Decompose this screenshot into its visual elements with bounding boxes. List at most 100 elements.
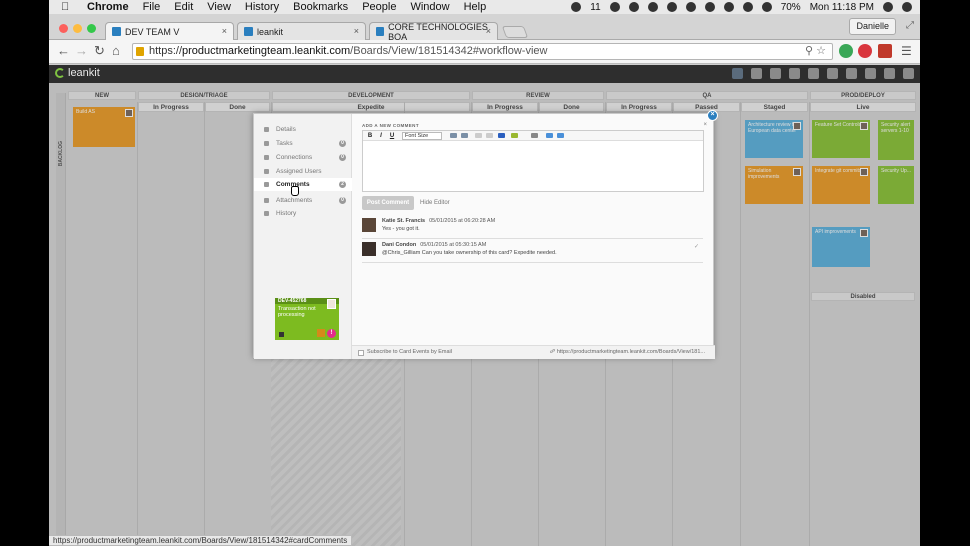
spotlight-icon[interactable]	[883, 2, 893, 12]
search-icon[interactable]	[827, 68, 838, 79]
menu-edit[interactable]: Edit	[174, 1, 193, 13]
pinterest-icon[interactable]	[858, 44, 872, 58]
gear-icon[interactable]	[865, 68, 876, 79]
numbered-list-icon[interactable]	[461, 133, 468, 138]
analytics-icon[interactable]	[846, 68, 857, 79]
extension-s-icon[interactable]	[878, 44, 892, 58]
card-url-text: https://productmarketingteam.leankit.com…	[556, 349, 705, 355]
text-color-icon[interactable]	[498, 133, 505, 138]
chrome-menu-icon[interactable]: ☰	[901, 44, 912, 58]
forward-icon[interactable]: →	[75, 44, 88, 58]
indent-icon[interactable]	[486, 133, 493, 138]
sidebar-item-history[interactable]: History	[254, 207, 352, 220]
comment-item: Katie St. Francis 05/01/2015 at 06:20:28 …	[362, 217, 703, 239]
bell-icon[interactable]	[647, 2, 658, 12]
close-tab-icon[interactable]: ×	[354, 26, 359, 36]
new-tab-button[interactable]	[501, 26, 529, 38]
users-icon[interactable]	[789, 68, 800, 79]
menu-people[interactable]: People	[362, 1, 396, 13]
bold-button[interactable]: B	[366, 132, 374, 140]
sidebar-item-comments[interactable]: Comments 2	[254, 178, 352, 191]
card-preview[interactable]: DEV-452768 Transaction not processing !	[275, 298, 339, 340]
underline-button[interactable]: U	[388, 132, 396, 140]
home-icon[interactable]: ⌂	[112, 44, 120, 58]
sidebar-item-label: History	[276, 210, 297, 217]
sidebar-item-connections[interactable]: Connections 0	[254, 151, 352, 164]
hand-cursor-icon	[291, 186, 299, 196]
link-icon[interactable]	[557, 133, 564, 138]
sidebar-item-label: Details	[276, 126, 296, 133]
sidebar-item-tasks[interactable]: Tasks 0	[254, 137, 352, 150]
maximize-window-icon[interactable]	[87, 24, 96, 33]
time-machine-icon[interactable]	[685, 2, 696, 12]
checkmark-icon[interactable]: ✓	[694, 243, 699, 250]
wifi-icon[interactable]	[723, 2, 734, 12]
horizontal-rule-icon[interactable]	[531, 133, 538, 138]
address-bar[interactable]: https://productmarketingteam.leankit.com…	[132, 43, 833, 60]
menu-help[interactable]: Help	[464, 1, 487, 13]
volume-icon[interactable]	[761, 2, 772, 12]
notification-center-icon[interactable]	[902, 2, 912, 12]
search-icon[interactable]: ⚲	[805, 45, 813, 57]
drive-icon[interactable]	[609, 2, 620, 12]
flag-icon[interactable]	[742, 2, 753, 12]
outdent-icon[interactable]	[475, 133, 482, 138]
battery-percent[interactable]: 70%	[781, 2, 801, 13]
sidebar-item-attachments[interactable]: Attachments 0	[254, 194, 352, 207]
leankit-logo[interactable]: leankit	[55, 67, 100, 79]
bluetooth-icon[interactable]	[704, 2, 715, 12]
extension-green-icon[interactable]	[839, 44, 853, 58]
clock[interactable]: Mon 11:18 PM	[810, 2, 874, 13]
fullscreen-icon[interactable]: ⤢	[906, 20, 914, 31]
power-icon[interactable]	[903, 68, 914, 79]
notification-badge[interactable]: 11	[590, 2, 600, 13]
italic-button[interactable]: I	[377, 132, 385, 140]
hide-editor-link[interactable]: Hide Editor	[420, 200, 450, 206]
apple-icon[interactable]: 	[61, 1, 77, 13]
cards-icon[interactable]	[770, 68, 781, 79]
comment-editor[interactable]: B I U Font Size	[362, 130, 704, 192]
menu-bookmarks[interactable]: Bookmarks	[293, 1, 348, 13]
menu-history[interactable]: History	[245, 1, 279, 13]
collapse-icon[interactable]: ×	[703, 122, 707, 128]
board-view-icon[interactable]	[732, 68, 743, 79]
dropbox-icon[interactable]	[628, 2, 639, 12]
filter-icon[interactable]	[808, 68, 819, 79]
tab-leankit[interactable]: leankit ×	[237, 22, 366, 40]
comments-panel: ADD A NEW COMMENT × B I U Font Size Post…	[352, 114, 715, 346]
users-icon	[264, 169, 269, 174]
tab-core-technologies[interactable]: CORE TECHNOLOGIES BOA ×	[369, 22, 498, 42]
comment-author: Dani Condon	[382, 242, 417, 248]
minimize-window-icon[interactable]	[73, 24, 82, 33]
tab-dev-team[interactable]: DEV TEAM V ×	[105, 22, 234, 40]
sidebar-item-details[interactable]: Details	[254, 123, 352, 136]
font-size-select[interactable]: Font Size	[402, 132, 442, 140]
record-icon[interactable]	[571, 2, 582, 12]
evernote-icon[interactable]	[666, 2, 677, 12]
highlight-color-icon[interactable]	[511, 133, 518, 138]
bookmark-star-icon[interactable]: ☆	[816, 45, 826, 57]
menu-view[interactable]: View	[207, 1, 231, 13]
sidebar-item-assigned-users[interactable]: Assigned Users	[254, 165, 352, 178]
menu-app-name[interactable]: Chrome	[87, 1, 129, 13]
subscribe-label[interactable]: Subscribe to Card Events by Email	[367, 349, 452, 355]
close-tab-icon[interactable]: ×	[222, 26, 227, 36]
history-icon	[264, 211, 269, 216]
card-url-link[interactable]: ☍ https://productmarketingteam.leankit.c…	[550, 349, 705, 355]
image-icon[interactable]	[546, 133, 553, 138]
close-modal-button[interactable]: ×	[707, 110, 718, 121]
bullet-list-icon[interactable]	[450, 133, 457, 138]
profile-button[interactable]: Danielle	[849, 18, 896, 35]
close-tab-icon[interactable]: ×	[486, 26, 491, 36]
menu-file[interactable]: File	[143, 1, 161, 13]
list-view-icon[interactable]	[751, 68, 762, 79]
close-window-icon[interactable]	[59, 24, 68, 33]
subscribe-checkbox[interactable]	[358, 350, 364, 356]
help-icon[interactable]	[884, 68, 895, 79]
post-comment-button[interactable]: Post Comment	[362, 196, 414, 210]
page-info-icon[interactable]	[136, 47, 144, 56]
menu-window[interactable]: Window	[410, 1, 449, 13]
browser-tabstrip: DEV TEAM V × leankit × CORE TECHNOLOGIES…	[49, 14, 920, 42]
reload-icon[interactable]: ↻	[94, 44, 105, 58]
back-icon[interactable]: ←	[57, 44, 70, 58]
